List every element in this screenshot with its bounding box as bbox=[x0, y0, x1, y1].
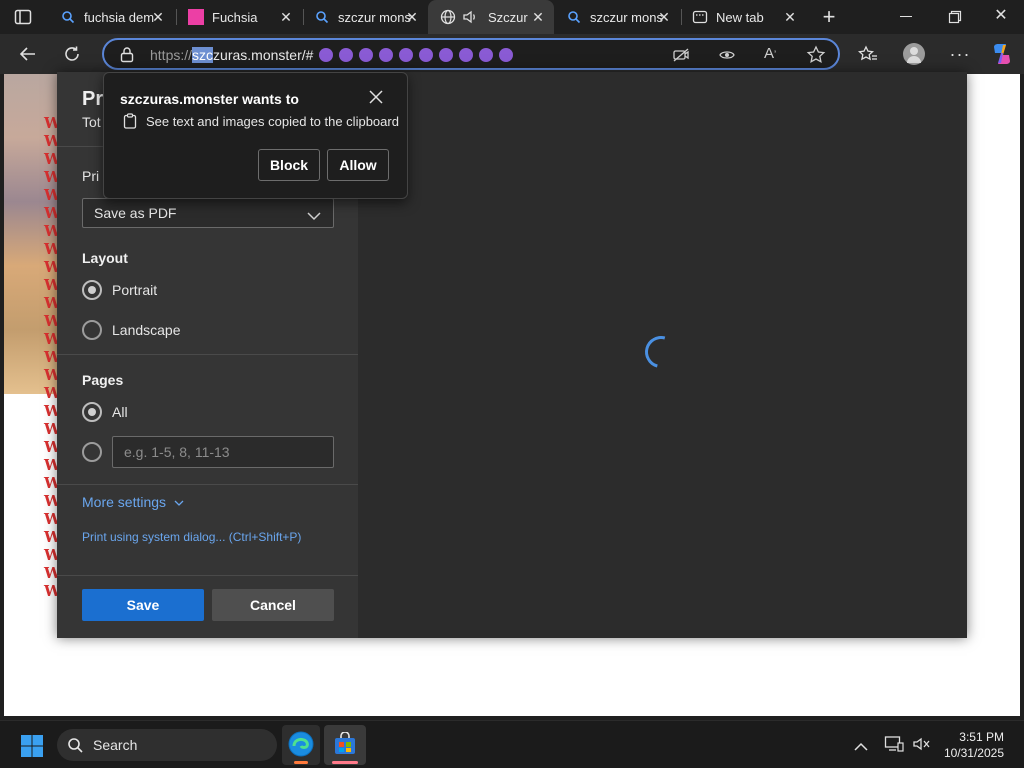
back-icon[interactable] bbox=[14, 40, 42, 68]
profile-avatar[interactable] bbox=[900, 40, 928, 68]
portrait-radio[interactable] bbox=[82, 280, 102, 300]
url-text[interactable]: https://szczuras.monster/# bbox=[150, 47, 514, 63]
system-dialog-link[interactable]: Print using system dialog... (Ctrl+Shift… bbox=[82, 530, 301, 544]
pages-heading: Pages bbox=[82, 372, 124, 388]
permission-description: See text and images copied to the clipbo… bbox=[146, 114, 399, 129]
restore-icon[interactable] bbox=[948, 10, 962, 24]
search-label: Search bbox=[93, 737, 138, 753]
globe-icon bbox=[440, 9, 456, 25]
tab-title: Szczura bbox=[488, 9, 528, 25]
total-sheets-text: Tot bbox=[82, 114, 101, 130]
pages-range-input[interactable] bbox=[112, 436, 334, 468]
newtab-icon bbox=[692, 9, 708, 25]
fuchsia-square-icon bbox=[188, 9, 204, 25]
close-window-icon[interactable]: ✕ bbox=[993, 8, 1009, 24]
emoji-dot bbox=[399, 48, 414, 62]
tab-new-tab[interactable]: New tab ✕ bbox=[680, 0, 806, 34]
chevron-up-icon[interactable] bbox=[854, 739, 868, 751]
tab-szczur-monster-2[interactable]: szczur mons ✕ bbox=[554, 0, 680, 34]
windows-start-icon[interactable] bbox=[20, 734, 44, 758]
permission-title: szczuras.monster wants to bbox=[120, 91, 299, 107]
search-icon bbox=[566, 9, 582, 25]
browser-toolbar: https://szczuras.monster/# Aʼ ··· bbox=[0, 34, 1024, 74]
clipboard-icon bbox=[123, 113, 137, 129]
save-button[interactable]: Save bbox=[82, 589, 204, 621]
emoji-dot bbox=[319, 48, 334, 62]
close-icon[interactable]: ✕ bbox=[404, 9, 420, 25]
emoji-dot bbox=[419, 48, 434, 62]
tab-szczuras-active[interactable]: Szczura ✕ bbox=[428, 0, 554, 34]
emoji-dot bbox=[479, 48, 494, 62]
cancel-button[interactable]: Cancel bbox=[212, 589, 334, 621]
layout-heading: Layout bbox=[82, 250, 128, 266]
read-aloud-icon[interactable]: Aʼ bbox=[764, 44, 786, 64]
emoji-dot bbox=[459, 48, 474, 62]
new-tab-plus-icon[interactable]: + bbox=[818, 6, 840, 29]
favorites-icon[interactable] bbox=[854, 40, 882, 68]
landscape-radio[interactable] bbox=[82, 320, 102, 340]
chevron-down-icon bbox=[174, 494, 184, 510]
more-menu-icon[interactable]: ··· bbox=[946, 40, 974, 68]
chevron-down-icon bbox=[307, 208, 321, 221]
more-settings-link[interactable]: More settings bbox=[82, 494, 184, 510]
destination-select[interactable]: Save as PDF bbox=[82, 198, 334, 228]
tracking-eye-icon[interactable] bbox=[718, 46, 736, 64]
block-button[interactable]: Block bbox=[258, 149, 320, 181]
taskbar-search[interactable]: Search bbox=[57, 729, 277, 761]
emoji-dot bbox=[359, 48, 374, 62]
close-icon[interactable]: ✕ bbox=[150, 9, 166, 25]
tab-strip: fuchsia dem ✕ Fuchsia ✕ szczur mons ✕ Sz… bbox=[0, 0, 1024, 34]
pages-all-radio[interactable] bbox=[82, 402, 102, 422]
pages-all-label[interactable]: All bbox=[112, 404, 128, 420]
tab-fuchsia[interactable]: Fuchsia ✕ bbox=[176, 0, 302, 34]
volume-muted-icon[interactable] bbox=[912, 735, 932, 753]
edge-taskbar-icon[interactable] bbox=[282, 725, 320, 765]
tab-szczur-monster-1[interactable]: szczur mons ✕ bbox=[302, 0, 428, 34]
emoji-dots bbox=[313, 47, 514, 63]
pages-custom-radio[interactable] bbox=[82, 442, 102, 462]
search-icon bbox=[60, 9, 76, 25]
close-icon[interactable]: ✕ bbox=[782, 9, 798, 25]
emoji-dot bbox=[439, 48, 454, 62]
destination-value: Save as PDF bbox=[94, 205, 177, 221]
copilot-icon[interactable] bbox=[988, 40, 1016, 68]
refresh-icon[interactable] bbox=[58, 40, 86, 68]
speaker-icon[interactable] bbox=[462, 9, 478, 25]
close-icon[interactable]: ✕ bbox=[656, 9, 672, 25]
printer-label: Pri bbox=[82, 168, 100, 184]
emoji-dot bbox=[339, 48, 354, 62]
print-title: Pr bbox=[82, 88, 104, 110]
taskbar: Search 3:51 PM 10/31/2025 bbox=[0, 720, 1024, 768]
emoji-dot bbox=[379, 48, 394, 62]
emoji-dot bbox=[499, 48, 514, 62]
close-icon[interactable] bbox=[368, 89, 384, 105]
lock-icon[interactable] bbox=[118, 46, 136, 64]
close-icon[interactable]: ✕ bbox=[278, 9, 294, 25]
clock-date[interactable]: 10/31/2025 bbox=[944, 746, 1004, 760]
minimize-icon[interactable] bbox=[900, 16, 912, 17]
search-icon bbox=[67, 737, 83, 753]
clipboard-permission-popup: szczuras.monster wants to See text and i… bbox=[103, 72, 408, 199]
clock-time[interactable]: 3:51 PM bbox=[959, 730, 1004, 744]
search-icon bbox=[314, 9, 330, 25]
allow-button[interactable]: Allow bbox=[327, 149, 389, 181]
tab-actions-icon[interactable] bbox=[14, 9, 32, 25]
landscape-label[interactable]: Landscape bbox=[112, 322, 181, 338]
display-icon[interactable] bbox=[884, 735, 904, 753]
address-bar[interactable]: https://szczuras.monster/# Aʼ bbox=[102, 38, 840, 70]
close-icon[interactable]: ✕ bbox=[530, 9, 546, 25]
favorite-star-icon[interactable] bbox=[806, 45, 826, 65]
portrait-label[interactable]: Portrait bbox=[112, 282, 157, 298]
camera-off-icon[interactable] bbox=[672, 46, 690, 64]
store-taskbar-icon[interactable] bbox=[324, 725, 366, 765]
tab-fuchsia-demo[interactable]: fuchsia dem ✕ bbox=[48, 0, 174, 34]
